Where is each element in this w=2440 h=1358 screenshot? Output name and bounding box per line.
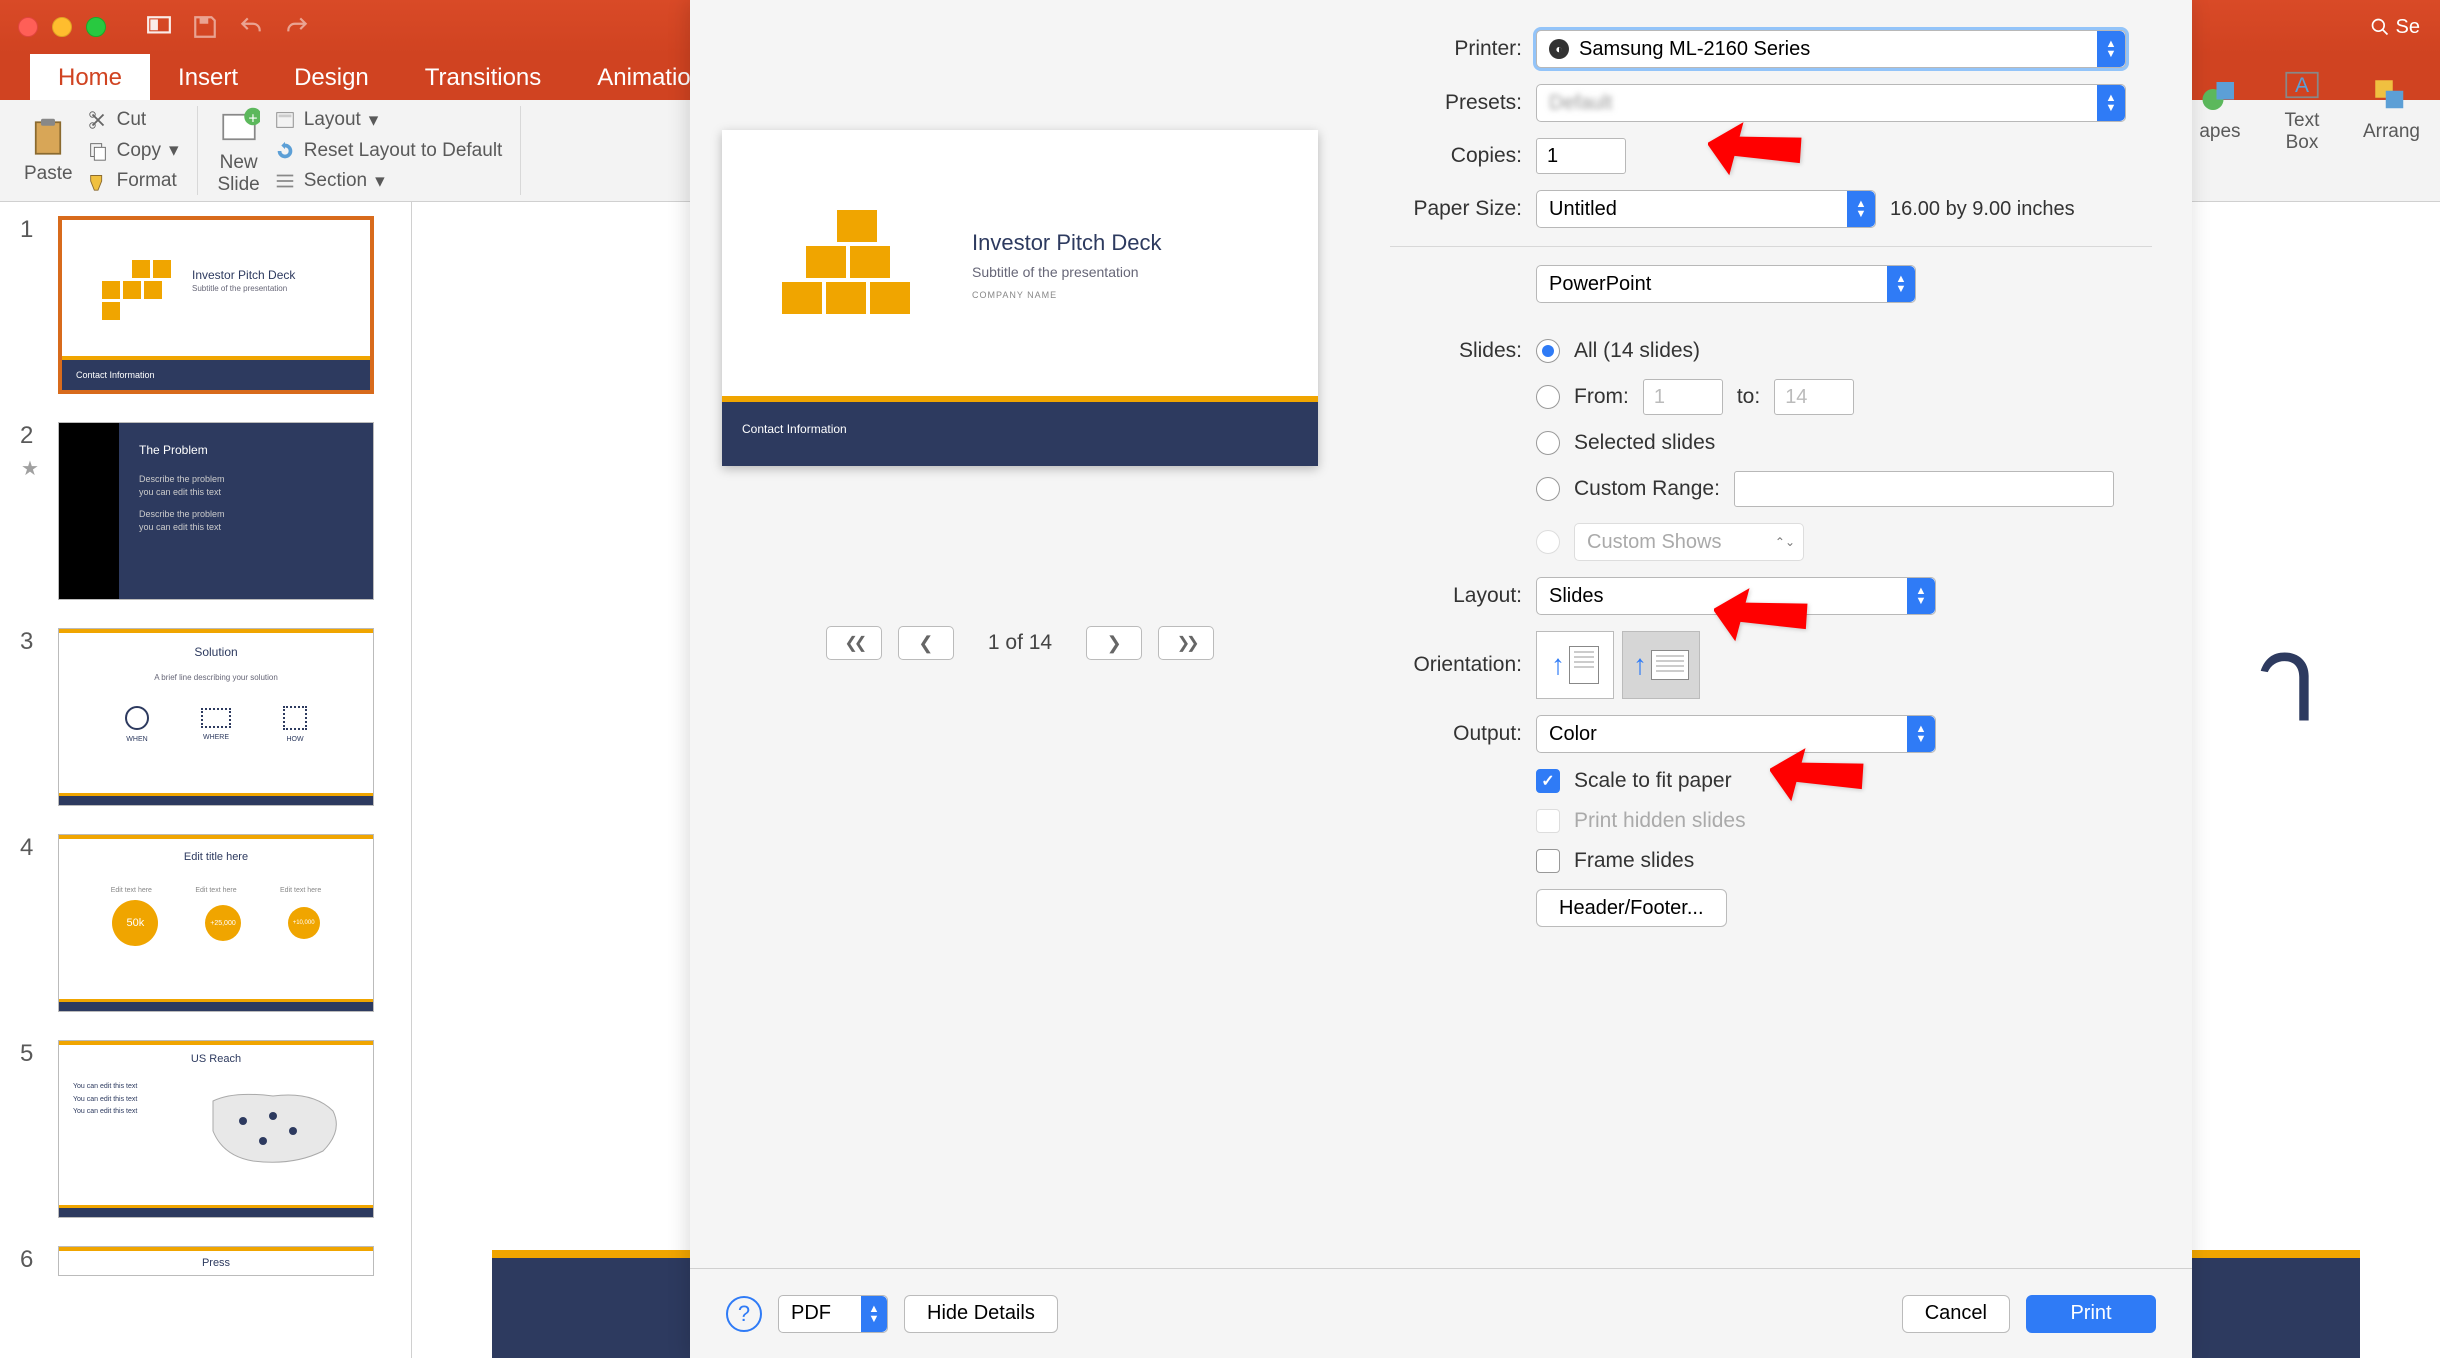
- print-hidden-checkbox: [1536, 809, 1560, 833]
- preview-prev-button[interactable]: ❮: [898, 626, 954, 660]
- undo-icon[interactable]: [238, 14, 264, 40]
- thumbnail-number: 5: [20, 1040, 40, 1218]
- presets-select[interactable]: Default: [1536, 84, 2126, 122]
- thumbnail-slide-3[interactable]: Solution A brief line describing your so…: [58, 628, 374, 806]
- print-dialog-footer: ? PDF Hide Details Cancel Print: [690, 1268, 2192, 1358]
- thumbnail-number: 2: [20, 422, 40, 450]
- thumbnail-number: 4: [20, 834, 40, 1012]
- paper-size-select[interactable]: Untitled: [1536, 190, 1876, 228]
- window-close-button[interactable]: [18, 17, 38, 37]
- svg-text:+: +: [248, 110, 257, 127]
- slides-from-input[interactable]: [1643, 379, 1723, 415]
- thumbnail-number: 1: [20, 216, 40, 394]
- thumbnail-slide-5[interactable]: US Reach You can edit this text You can …: [58, 1040, 374, 1218]
- layout-button[interactable]: Layout ▾: [270, 107, 507, 134]
- annotation-arrow-icon: [1708, 104, 1808, 189]
- help-button[interactable]: ?: [726, 1296, 762, 1332]
- search-icon: [2370, 17, 2390, 37]
- cancel-button[interactable]: Cancel: [1902, 1295, 2010, 1333]
- presets-label: Presets:: [1350, 91, 1536, 115]
- svg-text:A: A: [2295, 74, 2309, 97]
- tab-home[interactable]: Home: [30, 54, 150, 100]
- print-dialog: Investor Pitch Deck Subtitle of the pres…: [690, 0, 2192, 1358]
- tab-transitions[interactable]: Transitions: [397, 54, 569, 100]
- slides-selected-radio[interactable]: [1536, 431, 1560, 455]
- section-button[interactable]: Section ▾: [270, 168, 507, 195]
- app-options-select[interactable]: PowerPoint: [1536, 265, 1916, 303]
- output-label: Output:: [1350, 722, 1536, 746]
- orientation-portrait-button[interactable]: ↑: [1536, 631, 1614, 699]
- thumbnail-slide-1[interactable]: Investor Pitch Deck Subtitle of the pres…: [58, 216, 374, 394]
- header-footer-button[interactable]: Header/Footer...: [1536, 889, 1727, 927]
- slides-all-radio[interactable]: [1536, 339, 1560, 363]
- thumbnail-slide-2[interactable]: The Problem Describe the problem you can…: [58, 422, 374, 600]
- layout-label: Layout:: [1350, 584, 1536, 608]
- annotation-arrow-icon: [1714, 570, 1814, 655]
- cut-button[interactable]: Cut: [83, 107, 183, 133]
- preview-next-button[interactable]: ❯: [1086, 626, 1142, 660]
- frame-slides-checkbox[interactable]: [1536, 849, 1560, 873]
- print-preview-slide: Investor Pitch Deck Subtitle of the pres…: [722, 130, 1318, 466]
- slides-custom-shows-radio: [1536, 530, 1560, 554]
- print-button[interactable]: Print: [2026, 1295, 2156, 1333]
- slides-from-radio[interactable]: [1536, 385, 1560, 409]
- output-select[interactable]: Color: [1536, 715, 1936, 753]
- paper-size-info: 16.00 by 9.00 inches: [1890, 198, 2075, 221]
- custom-shows-select: Custom Shows ⌃⌄: [1574, 523, 1804, 561]
- tab-insert[interactable]: Insert: [150, 54, 266, 100]
- search-box[interactable]: Se: [2370, 16, 2420, 39]
- copy-button[interactable]: Copy ▾: [83, 137, 183, 164]
- new-slide-button[interactable]: + New Slide: [208, 102, 270, 200]
- shapes-button[interactable]: apes: [2189, 71, 2251, 147]
- copies-input[interactable]: [1536, 138, 1626, 174]
- presenter-view-icon[interactable]: [146, 14, 172, 40]
- scale-to-fit-checkbox[interactable]: [1536, 769, 1560, 793]
- hide-details-button[interactable]: Hide Details: [904, 1295, 1058, 1333]
- printer-select[interactable]: ◐ Samsung ML-2160 Series: [1536, 30, 2126, 68]
- save-icon[interactable]: [192, 14, 218, 40]
- paper-size-label: Paper Size:: [1350, 197, 1536, 221]
- printer-label: Printer:: [1350, 37, 1536, 61]
- custom-range-input[interactable]: [1734, 471, 2114, 507]
- tab-design[interactable]: Design: [266, 54, 397, 100]
- copies-label: Copies:: [1350, 144, 1536, 168]
- window-minimize-button[interactable]: [52, 17, 72, 37]
- window-maximize-button[interactable]: [86, 17, 106, 37]
- preview-first-button[interactable]: ❮❮: [826, 626, 882, 660]
- reset-layout-button[interactable]: Reset Layout to Default: [270, 138, 507, 164]
- animation-star-icon: ★: [21, 456, 39, 481]
- slides-custom-range-radio[interactable]: [1536, 477, 1560, 501]
- redo-icon[interactable]: [284, 14, 310, 40]
- slides-label: Slides:: [1350, 339, 1536, 363]
- thumbnail-number: 3: [20, 628, 40, 806]
- orientation-landscape-button[interactable]: ↑: [1622, 631, 1700, 699]
- slide-thumbnail-panel[interactable]: 1 Investor Pitch Deck Subtitle of the pr…: [0, 202, 412, 1358]
- thumbnail-slide-4[interactable]: Edit title here Edit text here Edit text…: [58, 834, 374, 1012]
- arrange-button[interactable]: Arrang: [2353, 71, 2430, 147]
- orientation-label: Orientation:: [1350, 653, 1536, 677]
- thumbnail-number: 6: [20, 1246, 40, 1276]
- annotation-arrow-icon: [1770, 730, 1870, 815]
- text-box-button[interactable]: A Text Box: [2271, 60, 2333, 158]
- format-painter-button[interactable]: Format: [83, 168, 183, 194]
- paste-button[interactable]: Paste: [14, 113, 83, 189]
- preview-last-button[interactable]: ❯❯: [1158, 626, 1214, 660]
- thumbnail-slide-6[interactable]: Press: [58, 1246, 374, 1276]
- pdf-dropdown[interactable]: PDF: [778, 1295, 888, 1333]
- page-indicator: 1 of 14: [988, 631, 1052, 655]
- slides-to-input[interactable]: [1774, 379, 1854, 415]
